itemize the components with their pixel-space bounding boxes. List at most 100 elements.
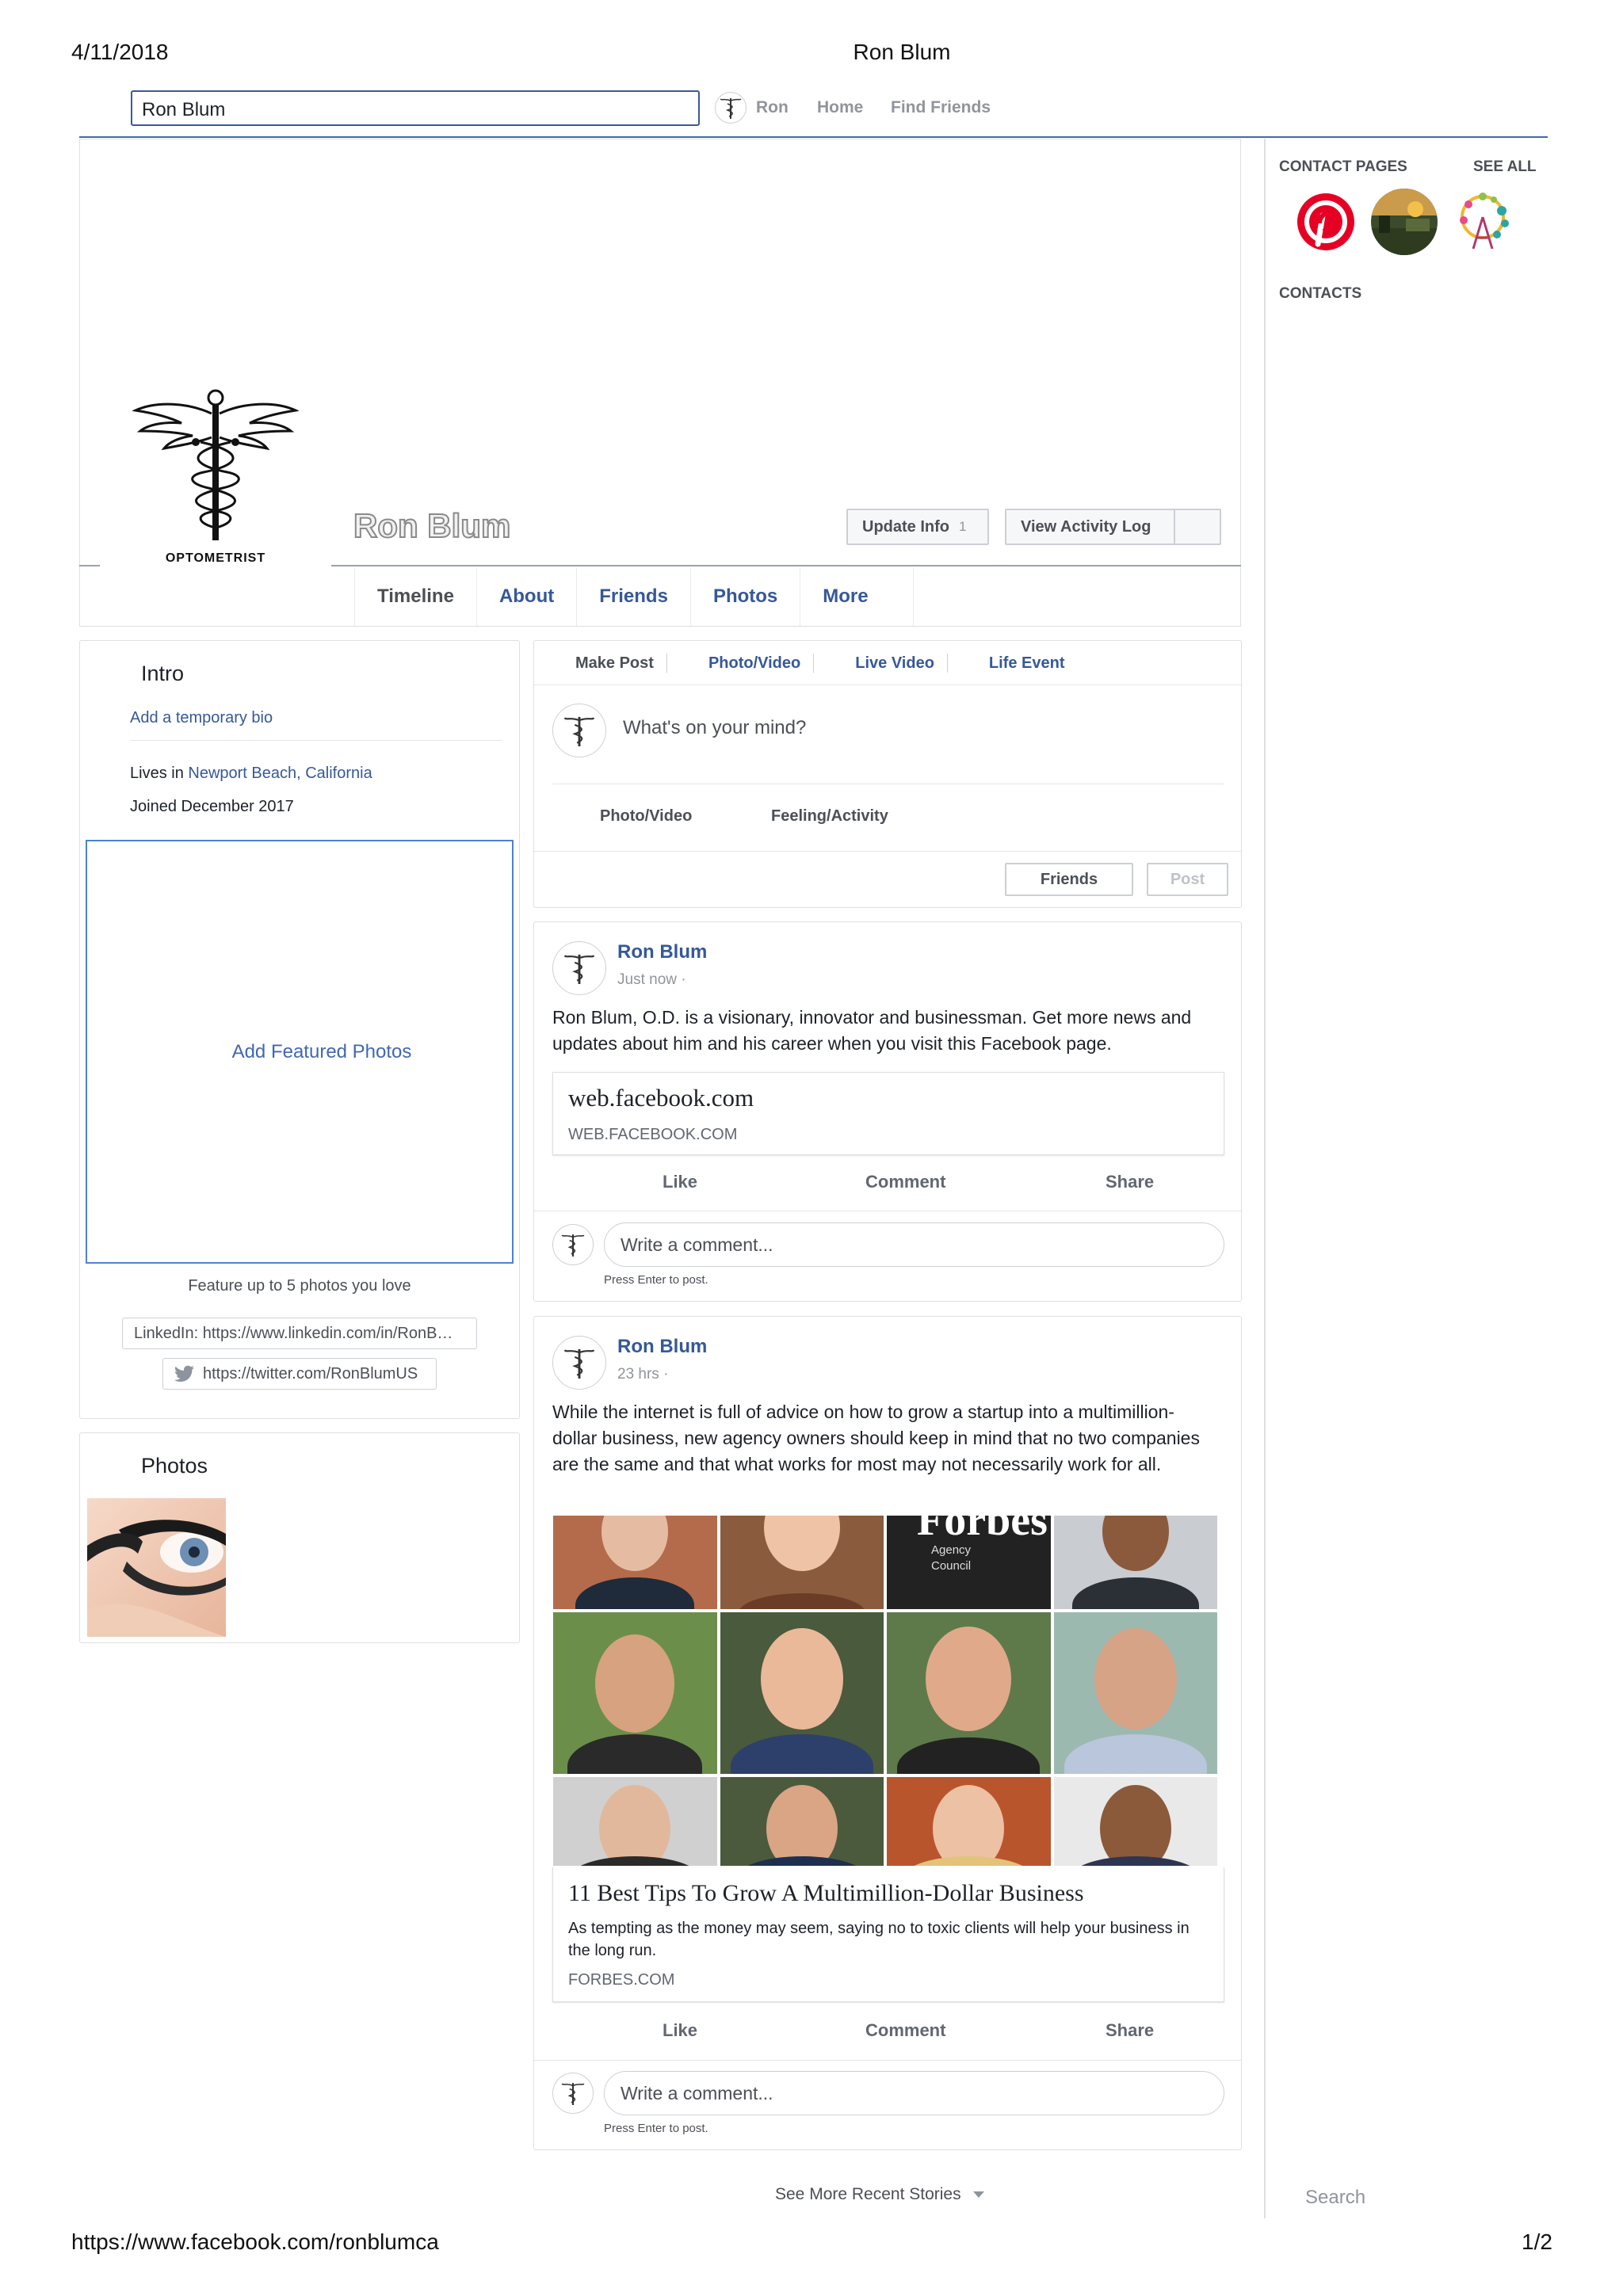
update-info-button[interactable]: Update Info 1 <box>846 509 989 545</box>
like-button[interactable]: Like <box>663 2020 697 2041</box>
composer-tab-photo-video[interactable]: Photo/Video <box>696 653 815 673</box>
headshot-photo <box>720 1777 884 1866</box>
sidebar-divider <box>1264 139 1266 2218</box>
add-featured-photos-link[interactable]: Add Featured Photos <box>232 1041 412 1063</box>
comment-input[interactable]: Write a comment... <box>604 2071 1224 2115</box>
twitter-link[interactable]: https://twitter.com/RonBlumUS <box>162 1358 437 1390</box>
audience-selector[interactable]: Friends <box>1005 863 1133 896</box>
print-title: Ron Blum <box>853 40 951 64</box>
post-author[interactable]: Ron Blum <box>617 941 707 963</box>
headshot-photo <box>1053 1516 1217 1609</box>
update-info-label: Update Info <box>862 517 949 536</box>
add-bio-link[interactable]: Add a temporary bio <box>130 709 273 727</box>
forbes-agency-council-tile: Forbes Agency Council <box>887 1516 1051 1609</box>
post-text: Ron Blum, O.D. is a visionary, innovator… <box>552 1007 1192 1054</box>
like-button[interactable]: Like <box>663 1172 697 1192</box>
photo-thumbnail-eyeglasses[interactable] <box>87 1498 226 1637</box>
forbes-subtitle-line: Agency <box>931 1543 972 1557</box>
post-timestamp[interactable]: 23 hrs · <box>617 1366 668 1383</box>
print-url: https://www.facebook.com/ronblumca <box>71 2229 439 2254</box>
composer-feeling-activity-button[interactable]: Feeling/Activity <box>771 807 888 826</box>
article-image-collage[interactable]: Forbes Agency Council <box>553 1516 1217 1866</box>
eyeglasses-photo-icon <box>87 1498 226 1637</box>
composer-tabs: Make Post Photo/Video Live Video Life Ev… <box>534 641 1241 685</box>
photos-title: Photos <box>141 1454 208 1478</box>
share-button[interactable]: Share <box>1106 2020 1154 2041</box>
tab-friends[interactable]: Friends <box>577 567 691 626</box>
post-actions-divider <box>534 2060 1241 2061</box>
link-preview-domain: FORBES.COM <box>568 1971 675 1989</box>
print-page-number: 1/2 <box>1522 2229 1552 2254</box>
composer-footer-divider <box>534 851 1241 852</box>
caduceus-icon <box>715 92 747 124</box>
contact-pages-heading: CONTACT PAGES <box>1279 158 1407 175</box>
pinterest-icon[interactable] <box>1293 189 1359 255</box>
post-button[interactable]: Post <box>1147 863 1228 896</box>
intro-divider <box>130 740 502 741</box>
composer-tab-make-post[interactable]: Make Post <box>563 653 667 673</box>
comment-button[interactable]: Comment <box>865 2020 945 2041</box>
view-activity-log-button[interactable]: View Activity Log <box>1005 509 1221 545</box>
see-all-link[interactable]: SEE ALL <box>1473 158 1537 176</box>
tab-more[interactable]: More <box>800 567 914 626</box>
update-info-badge: 1 <box>959 519 967 534</box>
linkedin-link[interactable]: LinkedIn: https://www.linkedin.com/in/Ro… <box>122 1318 477 1349</box>
view-activity-log-label: View Activity Log <box>1021 517 1151 536</box>
headshot-photo <box>1053 1777 1217 1866</box>
profile-name[interactable]: Ron Blum <box>353 506 511 545</box>
sidebar-search-input[interactable]: Search <box>1305 2187 1365 2209</box>
sunset-photo-icon[interactable] <box>1371 189 1438 255</box>
caduceus-icon <box>563 716 595 746</box>
forbes-wordmark: Forbes <box>917 1516 1048 1545</box>
nav-home-link[interactable]: Home <box>817 92 863 124</box>
forbes-subtitle: Agency Council <box>931 1543 971 1574</box>
profile-picture-caption: OPTOMETRIST <box>165 551 266 565</box>
composer-tab-life-event[interactable]: Life Event <box>976 654 1078 673</box>
contacts-heading: CONTACTS <box>1279 285 1362 302</box>
nav-profile-link[interactable]: Ron <box>715 92 789 124</box>
headshot-photo <box>887 1777 1051 1866</box>
headshot-photo <box>720 1516 884 1609</box>
profile-picture[interactable]: OPTOMETRIST <box>100 364 331 596</box>
post-avatar[interactable] <box>552 1336 606 1390</box>
composer-avatar <box>552 704 606 757</box>
post-author[interactable]: Ron Blum <box>617 1336 707 1358</box>
caduceus-icon <box>563 1348 595 1379</box>
intro-title: Intro <box>141 662 185 685</box>
headshot-photo <box>720 1612 884 1774</box>
tab-photos[interactable]: Photos <box>691 567 801 626</box>
post-timestamp[interactable]: Just now · <box>617 971 686 989</box>
composer-photo-video-button[interactable]: Photo/Video <box>600 807 692 826</box>
lives-in-place-link[interactable]: Newport Beach, California <box>188 765 372 782</box>
tab-about[interactable]: About <box>477 567 578 626</box>
link-preview-description: As tempting as the money may seem, sayin… <box>568 1920 1190 1959</box>
share-button[interactable]: Share <box>1106 1172 1154 1192</box>
search-input[interactable]: Ron Blum <box>131 90 700 126</box>
caduceus-logo-icon <box>132 389 299 540</box>
headshot-photo <box>553 1516 717 1609</box>
see-more-label: See More Recent Stories <box>775 2185 961 2203</box>
press-enter-hint: Press Enter to post. <box>604 2122 708 2135</box>
composer-tab-live-video[interactable]: Live Video <box>842 653 948 673</box>
link-preview-domain: WEB.FACEBOOK.COM <box>568 1126 738 1143</box>
link-preview-title[interactable]: web.facebook.com <box>568 1084 754 1112</box>
nav-find-friends-link[interactable]: Find Friends <box>891 92 991 124</box>
comment-button[interactable]: Comment <box>865 1172 945 1192</box>
composer-input[interactable]: What's on your mind? <box>623 717 806 739</box>
see-more-stories-link[interactable]: See More Recent Stories <box>775 2185 985 2204</box>
post-avatar[interactable] <box>552 941 606 995</box>
tab-timeline[interactable]: Timeline <box>354 567 477 626</box>
caret-down-icon <box>973 2191 985 2199</box>
headshot-photo <box>553 1777 717 1866</box>
forbes-subtitle-line: Council <box>931 1559 972 1573</box>
comment-input[interactable]: Write a comment... <box>604 1222 1224 1267</box>
headshot-photo <box>887 1612 1051 1774</box>
comment-avatar <box>552 1224 594 1265</box>
link-preview-title[interactable]: 11 Best Tips To Grow A Multimillion-Doll… <box>568 1880 1084 1907</box>
twitter-url: https://twitter.com/RonBlumUS <box>203 1364 418 1383</box>
ferris-wheel-icon[interactable] <box>1449 189 1516 255</box>
joined-date: Joined December 2017 <box>130 798 294 815</box>
caduceus-icon <box>563 954 595 984</box>
featured-photos-box[interactable]: Add Featured Photos <box>86 840 514 1264</box>
lives-in-row: Lives in Newport Beach, California <box>130 765 372 783</box>
